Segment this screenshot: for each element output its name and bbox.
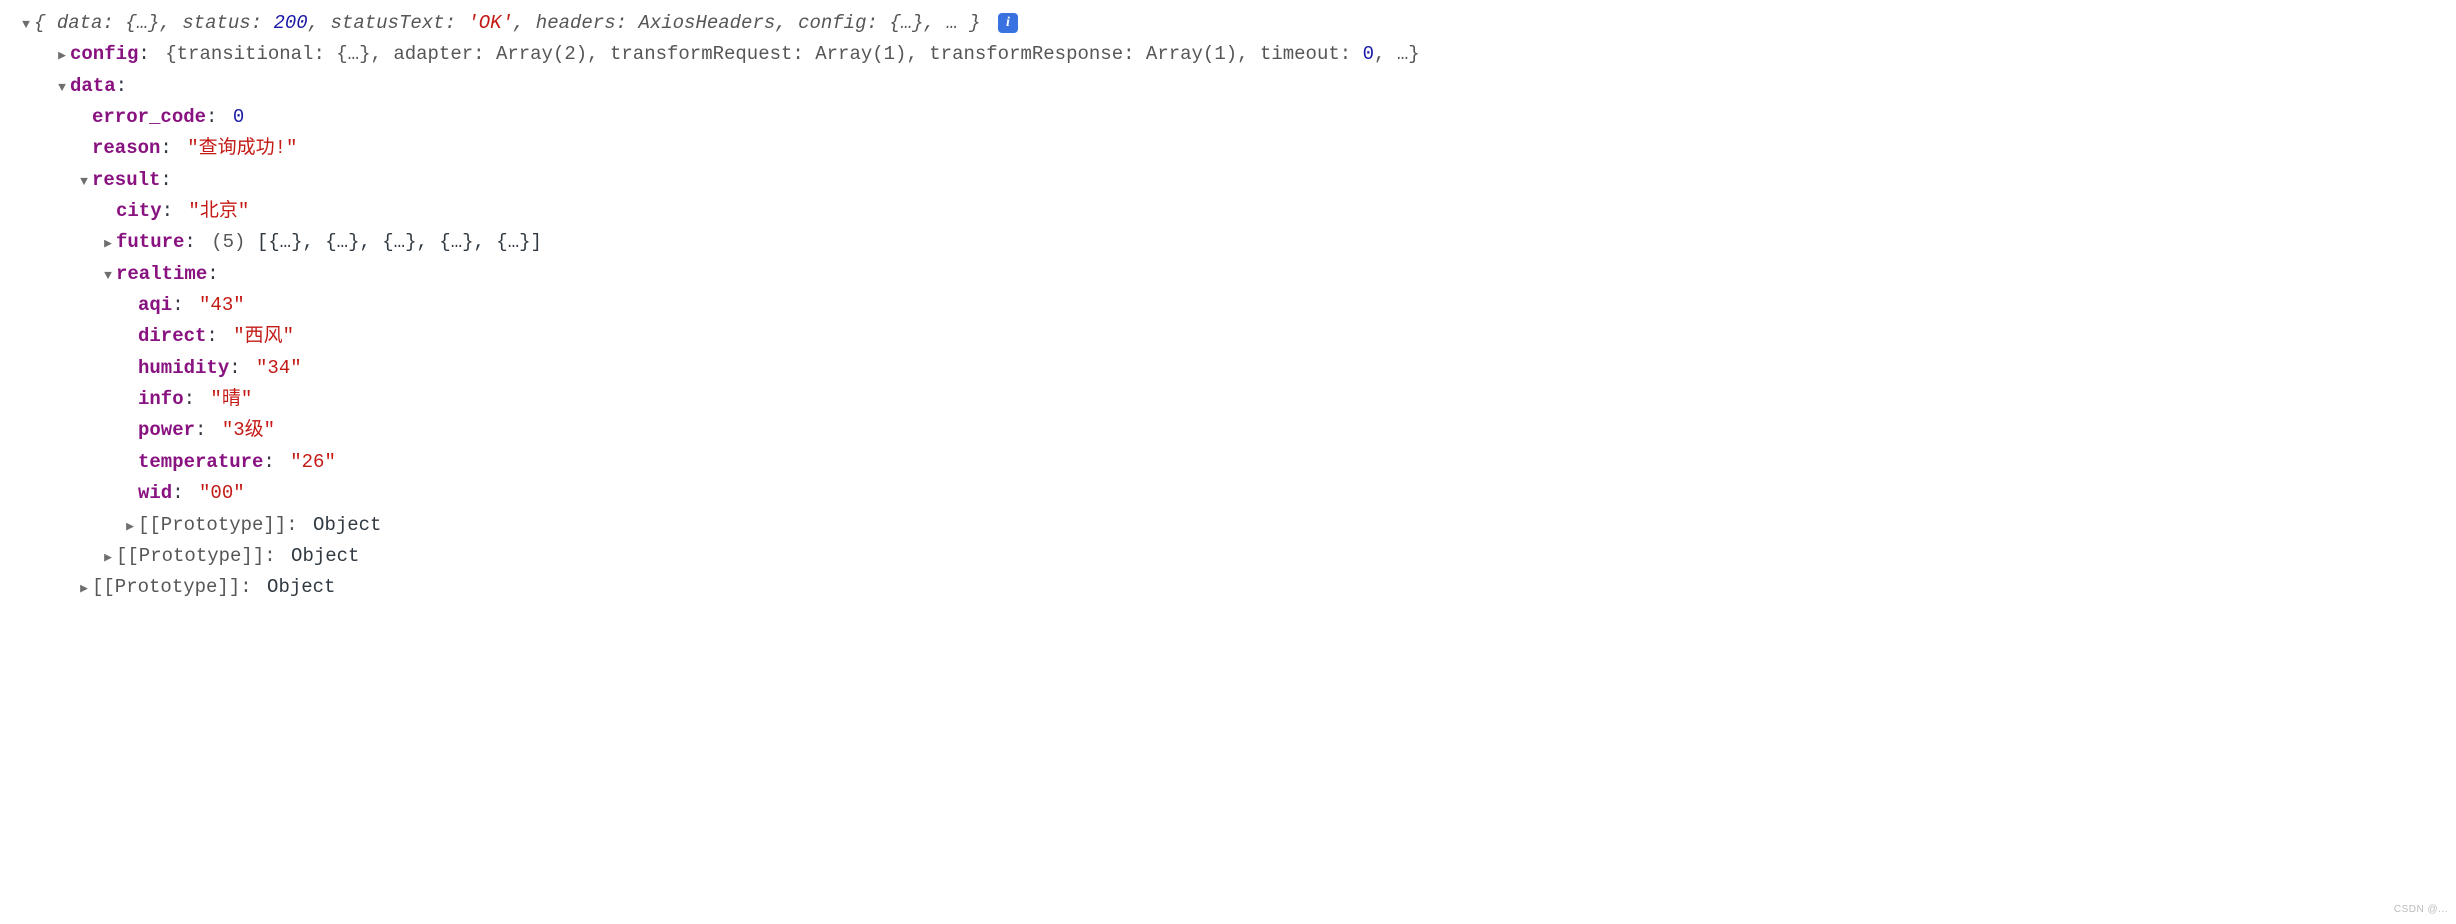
property-value: Object <box>313 514 381 536</box>
prototype-row[interactable]: [[Prototype]]: Object <box>18 572 2456 603</box>
property-value: Object <box>267 576 335 598</box>
humidity-row[interactable]: humidity: "34" <box>18 353 2456 384</box>
info-icon[interactable]: i <box>998 13 1018 33</box>
reason-row[interactable]: reason: "查询成功!" <box>18 133 2456 164</box>
property-key: result <box>92 169 160 191</box>
expand-arrow-icon[interactable] <box>100 547 116 568</box>
property-key: info <box>138 388 184 410</box>
property-value: Object <box>291 545 359 567</box>
prototype-row[interactable]: [[Prototype]]: Object <box>18 510 2456 541</box>
info-row[interactable]: info: "晴" <box>18 384 2456 415</box>
property-key: wid <box>138 482 172 504</box>
property-value: "北京" <box>188 200 249 222</box>
property-key: direct <box>138 325 206 347</box>
property-value: "43" <box>199 294 245 316</box>
array-preview: [{…}, {…}, {…}, {…}, {…}] <box>257 231 542 253</box>
property-key: error_code <box>92 106 206 128</box>
property-key: city <box>116 200 162 222</box>
power-row[interactable]: power: "3级" <box>18 415 2456 446</box>
property-value: "西风" <box>233 325 294 347</box>
property-key: realtime <box>116 263 207 285</box>
expand-arrow-icon[interactable] <box>54 45 70 66</box>
property-value: "00" <box>199 482 245 504</box>
property-value: "晴" <box>210 388 252 410</box>
config-summary: config: {transitional: {…}, adapter: Arr… <box>70 39 1420 70</box>
array-count: (5) <box>211 231 245 253</box>
property-value: "34" <box>256 357 302 379</box>
root-row[interactable]: { data: {…}, status: 200, statusText: 'O… <box>18 8 2456 39</box>
property-value: "查询成功!" <box>187 137 297 159</box>
console-object-tree: { data: {…}, status: 200, statusText: 'O… <box>0 8 2456 604</box>
direct-row[interactable]: direct: "西风" <box>18 321 2456 352</box>
realtime-row[interactable]: realtime: <box>18 259 2456 290</box>
expand-arrow-icon[interactable] <box>122 516 138 537</box>
data-row[interactable]: data: <box>18 71 2456 102</box>
property-key: [[Prototype]] <box>116 545 264 567</box>
property-key: future <box>116 231 184 253</box>
temperature-row[interactable]: temperature: "26" <box>18 447 2456 478</box>
property-key: aqi <box>138 294 172 316</box>
property-key: power <box>138 419 195 441</box>
property-key: [[Prototype]] <box>92 576 240 598</box>
result-row[interactable]: result: <box>18 165 2456 196</box>
expand-arrow-icon[interactable] <box>100 265 116 286</box>
error-code-row[interactable]: error_code: 0 <box>18 102 2456 133</box>
expand-arrow-icon[interactable] <box>18 14 34 35</box>
root-summary: { data: {…}, status: 200, statusText: 'O… <box>34 8 1018 39</box>
property-value: "3级" <box>222 419 275 441</box>
expand-arrow-icon[interactable] <box>54 77 70 98</box>
property-key: data <box>70 75 116 97</box>
expand-arrow-icon[interactable] <box>100 233 116 254</box>
wid-row[interactable]: wid: "00" <box>18 478 2456 509</box>
future-row[interactable]: future: (5) [{…}, {…}, {…}, {…}, {…}] <box>18 227 2456 258</box>
aqi-row[interactable]: aqi: "43" <box>18 290 2456 321</box>
expand-arrow-icon[interactable] <box>76 171 92 192</box>
watermark-text: CSDN @... <box>2394 902 2448 919</box>
config-row[interactable]: config: {transitional: {…}, adapter: Arr… <box>18 39 2456 70</box>
property-key: humidity <box>138 357 229 379</box>
property-key: temperature <box>138 451 263 473</box>
city-row[interactable]: city: "北京" <box>18 196 2456 227</box>
property-key: reason <box>92 137 160 159</box>
property-value: "26" <box>290 451 336 473</box>
property-value: 0 <box>233 106 244 128</box>
property-key: [[Prototype]] <box>138 514 286 536</box>
prototype-row[interactable]: [[Prototype]]: Object <box>18 541 2456 572</box>
expand-arrow-icon[interactable] <box>76 578 92 599</box>
